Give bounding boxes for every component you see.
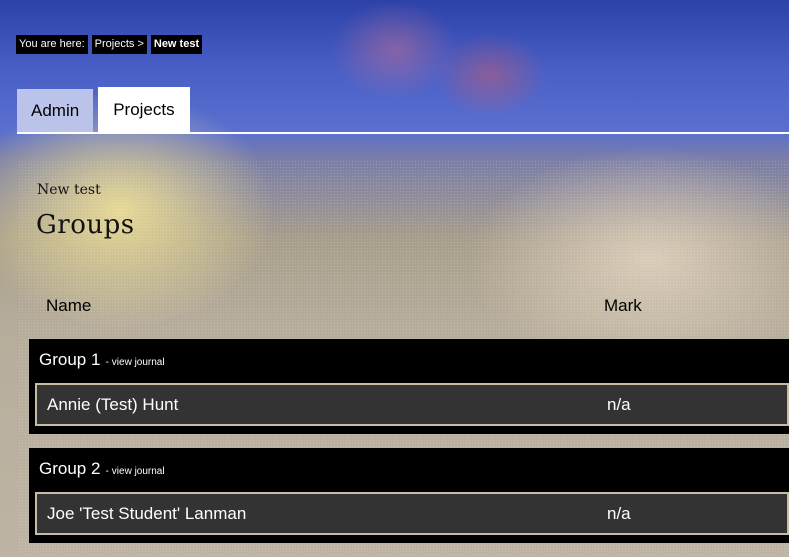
breadcrumb: You are here: Projects > New test xyxy=(16,34,206,54)
group-name: Group 1 xyxy=(39,350,101,369)
group-header: Group 2 - view journal xyxy=(29,448,789,490)
group-name: Group 2 xyxy=(39,459,101,478)
page-subtitle: New test xyxy=(37,182,101,198)
group-separator: - xyxy=(105,465,109,477)
tab-divider xyxy=(17,132,789,134)
tab-admin[interactable]: Admin xyxy=(17,89,94,132)
main-tabs: Admin Projects xyxy=(17,87,190,133)
member-row-container: Joe 'Test Student' Lanman n/a xyxy=(29,490,789,543)
member-name: Joe 'Test Student' Lanman xyxy=(47,504,247,523)
column-header-mark: Mark xyxy=(604,296,642,315)
table-row: Joe 'Test Student' Lanman n/a xyxy=(35,492,789,535)
member-mark: n/a xyxy=(607,395,631,414)
member-name: Annie (Test) Hunt xyxy=(47,395,179,414)
page-title: Groups xyxy=(36,210,135,240)
column-header-name: Name xyxy=(46,296,92,315)
breadcrumb-prefix: You are here: xyxy=(16,34,88,54)
breadcrumb-link-projects[interactable]: Projects > xyxy=(91,34,147,54)
member-mark: n/a xyxy=(607,504,631,523)
group-separator: - xyxy=(105,356,109,368)
view-journal-link[interactable]: view journal xyxy=(112,466,165,477)
view-journal-link[interactable]: view journal xyxy=(112,357,165,368)
breadcrumb-current: New test xyxy=(150,34,203,54)
table-row: Annie (Test) Hunt n/a xyxy=(35,383,789,426)
tab-projects[interactable]: Projects xyxy=(98,87,190,133)
member-row-container: Annie (Test) Hunt n/a xyxy=(29,381,789,434)
group-header: Group 1 - view journal xyxy=(29,339,789,381)
